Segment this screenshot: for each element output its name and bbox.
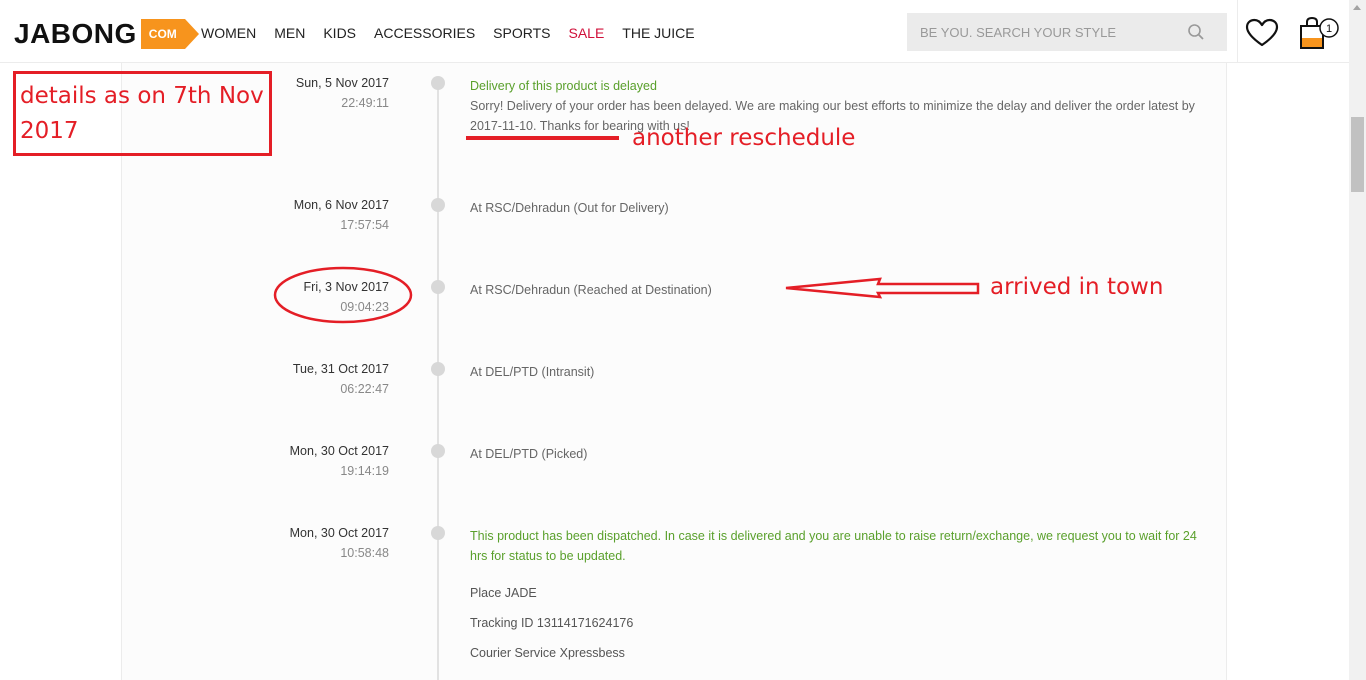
event-time: 06:22:47	[340, 382, 389, 396]
header-divider	[1237, 0, 1238, 63]
nav-sports[interactable]: SPORTS	[493, 24, 550, 42]
event-status: This product has been dispatched. In cas…	[470, 529, 1197, 563]
scroll-up-arrow[interactable]	[1353, 5, 1361, 10]
nav-kids[interactable]: KIDS	[323, 24, 356, 42]
nav-sale[interactable]: SALE	[568, 24, 604, 42]
courier-service: Courier Service Xpressbess	[470, 646, 625, 660]
event-date: Sun, 5 Nov 2017	[295, 76, 389, 90]
event-status: Delivery of this product is delayed	[470, 79, 657, 93]
event-time: 17:57:54	[340, 218, 389, 232]
nav-the-juice[interactable]: THE JUICE	[622, 24, 694, 42]
search-icon[interactable]	[1187, 23, 1205, 41]
cart-count: 1	[1326, 23, 1332, 35]
event-status: At RSC/Dehradun (Out for Delivery)	[470, 201, 669, 215]
site-header: JABONG COM WOMEN MEN KIDS ACCESSORIES SP…	[0, 0, 1349, 63]
scroll-thumb[interactable]	[1351, 117, 1364, 192]
event-time: 22:49:11	[341, 96, 389, 110]
event-status: At DEL/PTD (Intransit)	[470, 365, 595, 379]
shopping-bag-icon: 1	[1300, 16, 1339, 49]
annotation-box-text: details as on 7th Nov 2017	[20, 83, 264, 144]
timeline-dot	[431, 444, 445, 458]
search-input[interactable]	[907, 13, 1177, 51]
timeline-dot	[431, 76, 445, 90]
annotation-reschedule: another reschedule	[632, 125, 856, 151]
nav-men[interactable]: MEN	[274, 24, 305, 42]
event-time: 19:14:19	[340, 464, 389, 478]
timeline-line	[437, 82, 439, 680]
event-status: At DEL/PTD (Picked)	[470, 447, 588, 461]
cart-button[interactable]: 1	[1299, 16, 1341, 50]
tracking-id: Tracking ID 13114171624176	[470, 616, 634, 630]
event-date: Tue, 31 Oct 2017	[292, 362, 389, 376]
timeline-dot	[431, 362, 445, 376]
annotation-underline	[466, 136, 619, 140]
annotation-arrived: arrived in town	[990, 274, 1164, 300]
search-bar	[907, 13, 1227, 51]
place-info: Place JADE	[470, 586, 537, 600]
heart-icon[interactable]	[1245, 18, 1279, 48]
event-time: 10:58:48	[340, 546, 389, 560]
logo-badge: COM	[140, 19, 199, 49]
page-scrollbar[interactable]	[1349, 0, 1366, 680]
event-time: 09:04:23	[340, 300, 389, 314]
jabong-logo[interactable]: JABONG COM	[14, 17, 199, 51]
timeline-dot	[431, 526, 445, 540]
timeline-dot	[431, 198, 445, 212]
logo-text: JABONG	[14, 18, 137, 49]
event-date: Mon, 30 Oct 2017	[289, 444, 389, 458]
event-date: Mon, 6 Nov 2017	[293, 198, 389, 212]
nav-women[interactable]: WOMEN	[201, 24, 256, 42]
event-date: Fri, 3 Nov 2017	[303, 280, 389, 294]
event-date: Mon, 30 Oct 2017	[289, 526, 389, 540]
timeline-dot	[431, 280, 445, 294]
nav-accessories[interactable]: ACCESSORIES	[374, 24, 475, 42]
main-nav: WOMEN MEN KIDS ACCESSORIES SPORTS SALE T…	[201, 24, 713, 42]
